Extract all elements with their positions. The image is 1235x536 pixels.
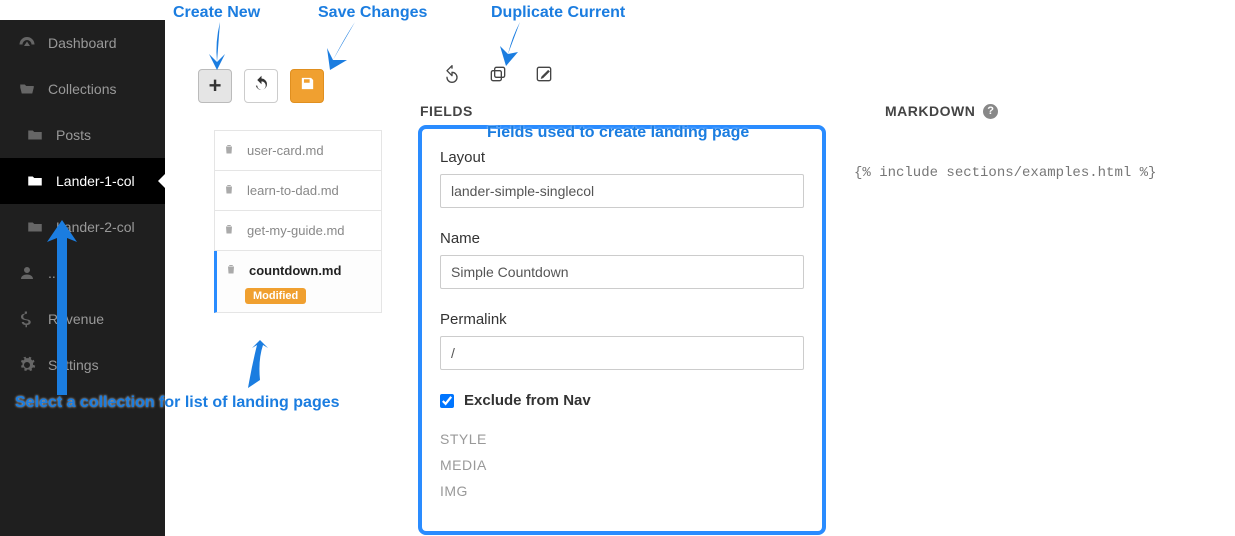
- toolbar: +: [198, 69, 324, 103]
- folder-open-icon: [18, 80, 36, 98]
- revert-button[interactable]: [244, 69, 278, 103]
- trash-icon[interactable]: [223, 143, 237, 158]
- file-item[interactable]: learn-to-dad.md: [214, 171, 382, 211]
- file-name: countdown.md: [249, 263, 341, 278]
- folder-icon: [26, 126, 44, 144]
- dollar-icon: [18, 310, 36, 328]
- duplicate-icon: [488, 64, 508, 84]
- fields-heading: FIELDS: [420, 103, 473, 119]
- edit-button[interactable]: [532, 62, 556, 86]
- undo-icon: [442, 64, 462, 84]
- layout-label: Layout: [440, 149, 804, 166]
- file-item[interactable]: get-my-guide.md: [214, 211, 382, 251]
- name-input[interactable]: [440, 255, 804, 289]
- trash-icon[interactable]: [223, 223, 237, 238]
- markdown-content[interactable]: {% include sections/examples.html %}: [854, 165, 1156, 181]
- ann-create-new: Create New: [173, 4, 260, 22]
- ann-save-changes: Save Changes: [318, 4, 427, 22]
- sidebar: Dashboard Collections Posts Lander-1-col…: [0, 20, 165, 536]
- ann-duplicate-current: Duplicate Current: [491, 4, 625, 22]
- nav-users[interactable]: ...s: [0, 250, 165, 296]
- file-list: user-card.md learn-to-dad.md get-my-guid…: [214, 130, 382, 313]
- nav-label: Posts: [56, 127, 91, 143]
- exclude-label: Exclude from Nav: [464, 392, 591, 409]
- arrow-save-changes: [325, 22, 365, 75]
- gauge-icon: [18, 34, 36, 52]
- nav-collections[interactable]: Collections: [0, 66, 165, 112]
- file-item[interactable]: user-card.md: [214, 131, 382, 171]
- nav-label: Collections: [48, 81, 116, 97]
- nav-revenue[interactable]: Revenue: [0, 296, 165, 342]
- nav-label: Lander-2-col: [56, 219, 135, 235]
- nav-lander-2-col[interactable]: Lander-2-col: [0, 204, 165, 250]
- trash-icon[interactable]: [225, 263, 239, 278]
- help-icon[interactable]: ?: [983, 104, 998, 119]
- nav-settings[interactable]: Settings: [0, 342, 165, 388]
- user-icon: [18, 264, 36, 282]
- undo-button[interactable]: [440, 62, 464, 86]
- nav-dashboard[interactable]: Dashboard: [0, 20, 165, 66]
- nav-label: Dashboard: [48, 35, 117, 51]
- fields-panel: Layout Name Permalink Exclude from Nav S…: [418, 125, 826, 535]
- arrow-create-new: [205, 22, 235, 75]
- markdown-heading: MARKDOWN ?: [885, 103, 998, 119]
- permalink-input[interactable]: [440, 336, 804, 370]
- exclude-checkbox[interactable]: [440, 394, 454, 408]
- folder-icon: [26, 172, 44, 190]
- nav-lander-1-col[interactable]: Lander-1-col: [0, 158, 165, 204]
- nav-label: Lander-1-col: [56, 173, 135, 189]
- name-label: Name: [440, 230, 804, 247]
- nav-posts[interactable]: Posts: [0, 112, 165, 158]
- exclude-row[interactable]: Exclude from Nav: [440, 392, 804, 409]
- nav-label: ...s: [48, 265, 67, 281]
- media-section[interactable]: MEDIA: [440, 457, 804, 473]
- save-button[interactable]: [290, 69, 324, 103]
- nav-label: Settings: [48, 357, 99, 373]
- permalink-label: Permalink: [440, 311, 804, 328]
- nav-label: Revenue: [48, 311, 104, 327]
- secondary-toolbar: [440, 62, 556, 86]
- file-name: learn-to-dad.md: [247, 183, 339, 198]
- plus-icon: +: [209, 73, 222, 99]
- modified-badge: Modified: [245, 288, 306, 304]
- edit-icon: [534, 64, 554, 84]
- file-name: user-card.md: [247, 143, 324, 158]
- file-name: get-my-guide.md: [247, 223, 345, 238]
- layout-input[interactable]: [440, 174, 804, 208]
- style-section[interactable]: STYLE: [440, 431, 804, 447]
- img-section[interactable]: IMG: [440, 483, 804, 499]
- arrow-file-list: [240, 340, 270, 398]
- gear-icon: [18, 356, 36, 374]
- undo-icon: [253, 75, 270, 97]
- duplicate-button[interactable]: [486, 62, 510, 86]
- save-icon: [299, 75, 316, 97]
- trash-icon[interactable]: [223, 183, 237, 198]
- folder-icon: [26, 218, 44, 236]
- file-item-active[interactable]: countdown.md Modified: [214, 251, 382, 313]
- create-new-button[interactable]: +: [198, 69, 232, 103]
